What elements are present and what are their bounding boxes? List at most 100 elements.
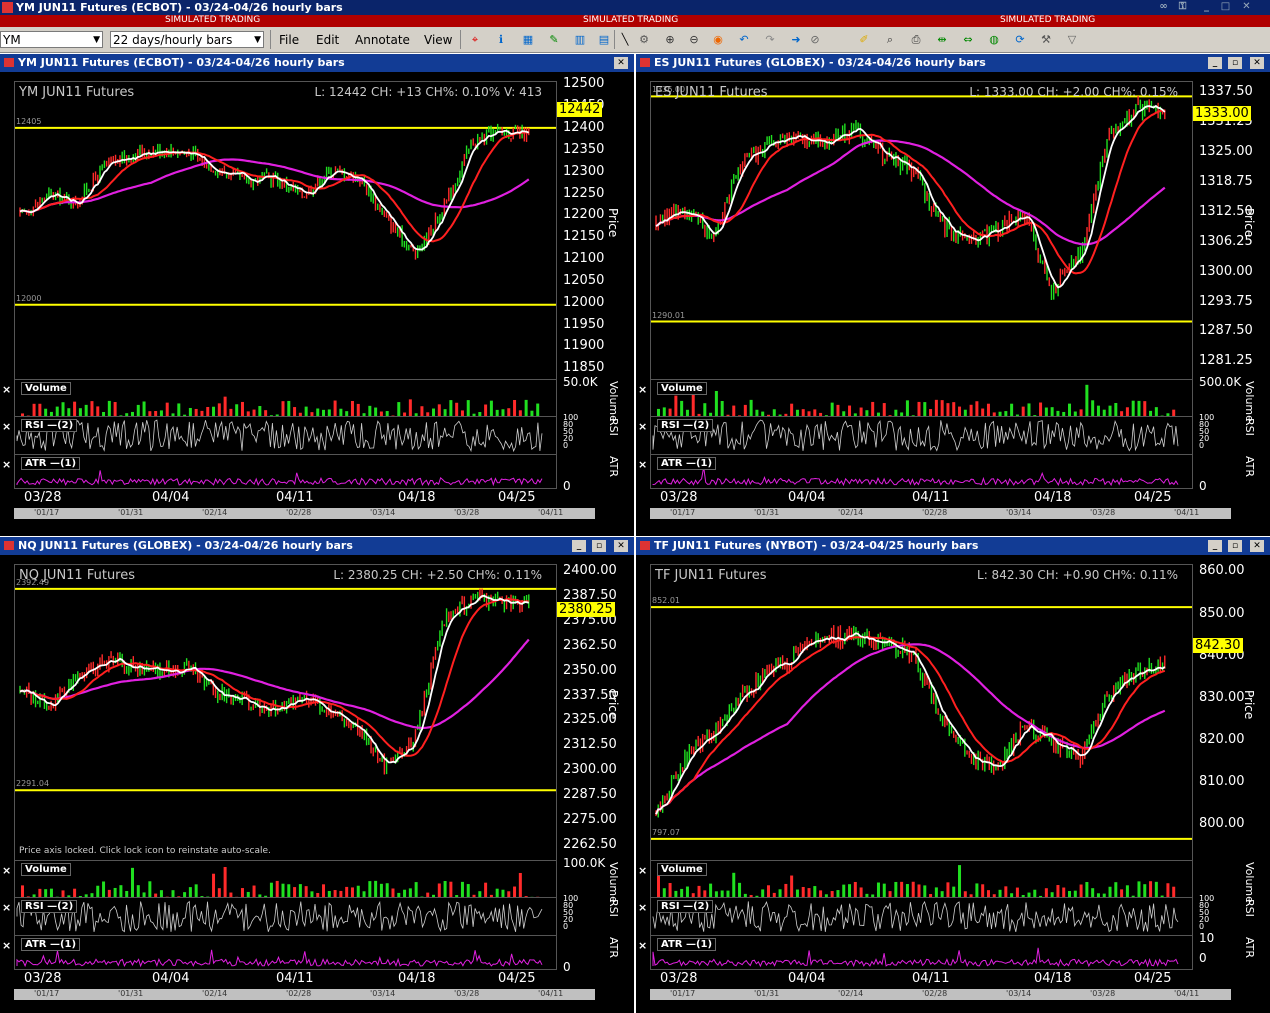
panel-title: TF JUN11 Futures (NYBOT) - 03/24-04/25 h… [654,539,979,552]
close-button[interactable]: ✕ [1240,1,1253,13]
volume-bar [1125,407,1129,416]
atr-line [16,949,543,968]
remove-indicator-icon[interactable]: × [2,383,11,396]
filter-icon[interactable]: ▽ [1065,33,1079,47]
remove-indicator-icon[interactable]: × [638,939,647,952]
panel-restore-button[interactable]: ▫ [1228,540,1242,552]
price-tick-label: 11950 [563,316,605,332]
atr-line [652,947,1179,968]
menu-view[interactable]: View [424,33,452,47]
volume-bar [795,889,799,897]
volume-bar [1114,882,1118,897]
bar-chart-icon[interactable]: ▥ [573,33,587,47]
remove-indicator-icon[interactable]: × [638,864,647,877]
rsi-chart-svg [16,900,543,933]
volume-bar [952,886,956,897]
settings-icon[interactable]: ⚙ [637,33,651,47]
window-link-icon[interactable]: ∞ [1157,1,1170,13]
menu-edit[interactable]: Edit [316,33,339,47]
period-combo[interactable]: 22 days/hourly bars ▼ [110,31,264,48]
instrument-label: TF JUN11 Futures [655,568,767,583]
info-icon[interactable]: ℹ [494,33,508,47]
volume-bar [934,887,938,897]
price-plot: 852.01 797.07 TF JUN11 Futures L: 842.30 CH… [650,564,1193,861]
minimize-button[interactable]: _ [1200,1,1213,13]
time-scrollbar[interactable]: '01/17 '01/31 '02/14 '02/28 '03/14 '03/28 '04/… [650,508,1231,519]
volume-bar [524,399,528,416]
remove-indicator-icon[interactable]: × [638,458,647,471]
draw-line-icon[interactable]: ╲ [618,33,632,47]
highlighter-icon[interactable]: ✐ [857,33,871,47]
volume-bar [420,406,424,416]
volume-bar [229,408,233,416]
panel-close-button[interactable]: ✕ [614,57,628,69]
menu-annotate[interactable]: Annotate [355,33,410,47]
crosshair-icon[interactable]: ⌖ [468,33,482,47]
scroll-date-label: '04/11 [538,989,564,998]
date-axis-label: 04/11 [276,490,314,505]
volume-bar [946,882,950,897]
zoom-in-icon[interactable]: ⊕ [663,33,677,47]
fit-horizontal-icon[interactable]: ⇹ [935,33,949,47]
volume-bar [975,401,979,416]
remove-indicator-icon[interactable]: × [2,901,11,914]
volume-bar [668,883,672,897]
panel-minimize-button[interactable]: _ [572,540,586,552]
print-icon[interactable]: ⎙ [909,33,923,47]
time-scrollbar[interactable]: '01/17 '01/31 '02/14 '02/28 '03/14 '03/28 '04/… [650,989,1231,1000]
volume-bar [876,882,880,897]
volume-bar [1131,400,1135,416]
panel-close-button[interactable]: ✕ [1250,57,1264,69]
remove-indicator-icon[interactable]: × [638,420,647,433]
price-stats: L: 1333.00 CH: +2.00 CH%: 0.15% [969,85,1178,99]
arrow-right-icon[interactable]: ➜ [789,33,803,47]
volume-bar [460,881,464,897]
scroll-date-label: '02/14 [838,989,864,998]
volume-bar [374,407,378,416]
panel-minimize-button[interactable]: _ [1208,540,1222,552]
expand-icon[interactable]: ⇔ [961,33,975,47]
refresh-icon[interactable]: ⟳ [1013,33,1027,47]
panel-close-button[interactable]: ✕ [1250,540,1264,552]
remove-indicator-icon[interactable]: × [638,901,647,914]
undo-icon[interactable]: ↶ [737,33,751,47]
simulated-trading-banner: SIMULATED TRADING SIMULATED TRADING SIMU… [0,15,1270,27]
remove-indicator-icon[interactable]: × [2,939,11,952]
bar-data-icon[interactable]: ▦ [521,33,535,47]
time-scrollbar[interactable]: '01/17 '01/31 '02/14 '02/28 '03/14 '03/28 '04/… [14,989,595,1000]
panel-restore-button[interactable]: ▫ [1228,57,1242,69]
scroll-date-label: '02/14 [202,508,228,517]
date-axis-label: 04/18 [1034,971,1072,986]
stop-icon[interactable]: ⊘ [808,33,822,47]
window-lock-icon[interactable]: ⚿ [1176,1,1189,13]
chart-edit-icon[interactable]: ✎ [547,33,561,47]
scroll-date-label: '03/14 [370,989,396,998]
zoom-out-icon[interactable]: ⊖ [687,33,701,47]
symbol-combo[interactable]: YM ▼ [0,31,103,48]
panel-restore-button[interactable]: ▫ [592,540,606,552]
volume-bar [107,400,111,416]
volume-bar [1154,881,1158,897]
date-axis-label: 04/25 [1134,490,1172,505]
redo-icon[interactable]: ↷ [763,33,777,47]
panel-close-button[interactable]: ✕ [614,540,628,552]
time-scrollbar[interactable]: '01/17 '01/31 '02/14 '02/28 '03/14 '03/28 '04/… [14,508,595,519]
remove-indicator-icon[interactable]: × [638,383,647,396]
panel-minimize-button[interactable]: _ [1208,57,1222,69]
volume-bar [900,881,904,897]
target-icon[interactable]: ◉ [711,33,725,47]
menu-file[interactable]: File [279,33,299,47]
remove-indicator-icon[interactable]: × [2,864,11,877]
candle-chart-icon[interactable]: ▤ [597,33,611,47]
tools-icon[interactable]: ⚒ [1039,33,1053,47]
maximize-button[interactable]: □ [1219,1,1232,13]
remove-indicator-icon[interactable]: × [2,458,11,471]
level-label: 852.01 [652,596,680,606]
volume-bar [958,865,962,897]
volume-bar [1044,888,1048,897]
price-tick-label: 850.00 [1199,605,1245,621]
remove-indicator-icon[interactable]: × [2,420,11,433]
magnifier-icon[interactable]: ⌕ [883,33,897,47]
volume-bar [923,402,927,416]
globe-icon[interactable]: ◍ [987,33,1001,47]
